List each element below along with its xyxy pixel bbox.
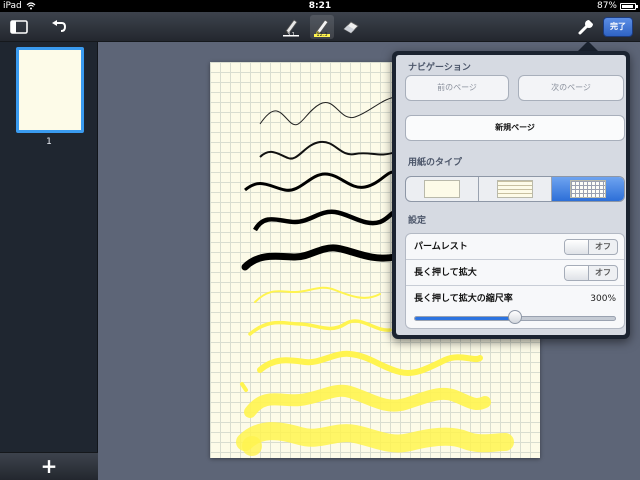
highlight-stroke (236, 422, 514, 453)
palm-rest-toggle[interactable]: オフ (564, 239, 618, 255)
settings-section-title: 設定 (408, 216, 427, 226)
highlight-stroke (240, 382, 248, 392)
eraser-tool-button[interactable] (340, 15, 362, 39)
eraser-icon (343, 21, 359, 34)
clock: 8:21 (308, 1, 332, 11)
palm-rest-label: パームレスト (414, 242, 468, 252)
settings-group: パームレスト オフ 長く押して拡大 オフ 長く押して拡大の縮尺率 300% (405, 233, 625, 329)
long-press-zoom-toggle[interactable]: オフ (564, 265, 618, 281)
undo-icon (52, 20, 67, 32)
add-page-button[interactable]: + (0, 452, 98, 480)
ink-stroke (259, 140, 396, 160)
done-button[interactable]: 完了 (603, 17, 633, 37)
battery-percent: 87% (596, 1, 617, 11)
next-page-button[interactable]: 次のページ (518, 75, 624, 101)
highlight-stroke (248, 319, 392, 336)
long-press-zoom-label: 長く押して拡大 (414, 268, 477, 278)
highlight-stroke (257, 350, 483, 376)
page-sidebar: 1 + (0, 42, 98, 480)
plain-paper-icon (424, 180, 460, 198)
zoom-ratio-value: 300% (590, 294, 616, 304)
settings-button[interactable] (574, 15, 598, 39)
long-press-zoom-value: オフ (595, 268, 611, 277)
ruled-paper-icon (497, 180, 533, 198)
navigation-section-title: ナビゲーション (408, 63, 471, 73)
undo-button[interactable] (48, 15, 70, 39)
battery-icon (620, 2, 638, 10)
highlighter-size-label: 12.3 (316, 32, 328, 38)
new-page-button[interactable]: 新規ページ (405, 115, 625, 141)
highlight-dot (242, 436, 262, 456)
toolbar: 3.1 12.3 完了 (0, 12, 640, 42)
paper-type-plain[interactable] (406, 177, 479, 201)
sidebar-toggle-button[interactable] (8, 15, 30, 39)
page-thumbnail[interactable] (16, 47, 84, 133)
highlight-stroke (244, 384, 491, 418)
zoom-ratio-label: 長く押して拡大の縮尺率 (414, 294, 513, 304)
toggle-knob (565, 240, 589, 254)
ink-stroke (241, 244, 399, 271)
pen-size-label: 3.1 (287, 32, 295, 38)
zoom-ratio-row: 長く押して拡大の縮尺率 300% (406, 286, 624, 312)
prev-page-button[interactable]: 前のページ (405, 75, 509, 101)
page-number: 1 (46, 137, 52, 147)
paper-type-ruled[interactable] (479, 177, 552, 201)
palm-rest-row: パームレスト オフ (406, 234, 624, 260)
highlighter-tool-button[interactable]: 12.3 (310, 15, 334, 39)
wrench-icon (578, 20, 593, 35)
settings-popover: ナビゲーション 前のページ 次のページ 新規ページ 用紙のタイプ 設定 パームレ… (392, 51, 630, 339)
grid-paper-icon (570, 180, 606, 198)
popover-content: ナビゲーション 前のページ 次のページ 新規ページ 用紙のタイプ 設定 パームレ… (396, 55, 626, 335)
ink-stroke (253, 209, 396, 232)
paper-type-section-title: 用紙のタイプ (408, 158, 463, 168)
sidebar-icon (10, 20, 28, 34)
long-press-zoom-row: 長く押して拡大 オフ (406, 260, 624, 286)
paper-type-selector (405, 176, 625, 202)
paper-type-grid[interactable] (552, 177, 624, 201)
highlight-stroke (254, 286, 381, 303)
toggle-knob (565, 266, 589, 280)
pen-tool-button[interactable]: 3.1 (280, 15, 302, 39)
slider-knob[interactable] (508, 310, 522, 324)
slider-fill (415, 317, 516, 320)
status-bar: iPad 8:21 87% (0, 0, 640, 12)
ink-stroke (244, 170, 396, 192)
ink-stroke (259, 96, 396, 126)
popover-arrow (578, 41, 598, 51)
palm-rest-value: オフ (595, 242, 611, 251)
